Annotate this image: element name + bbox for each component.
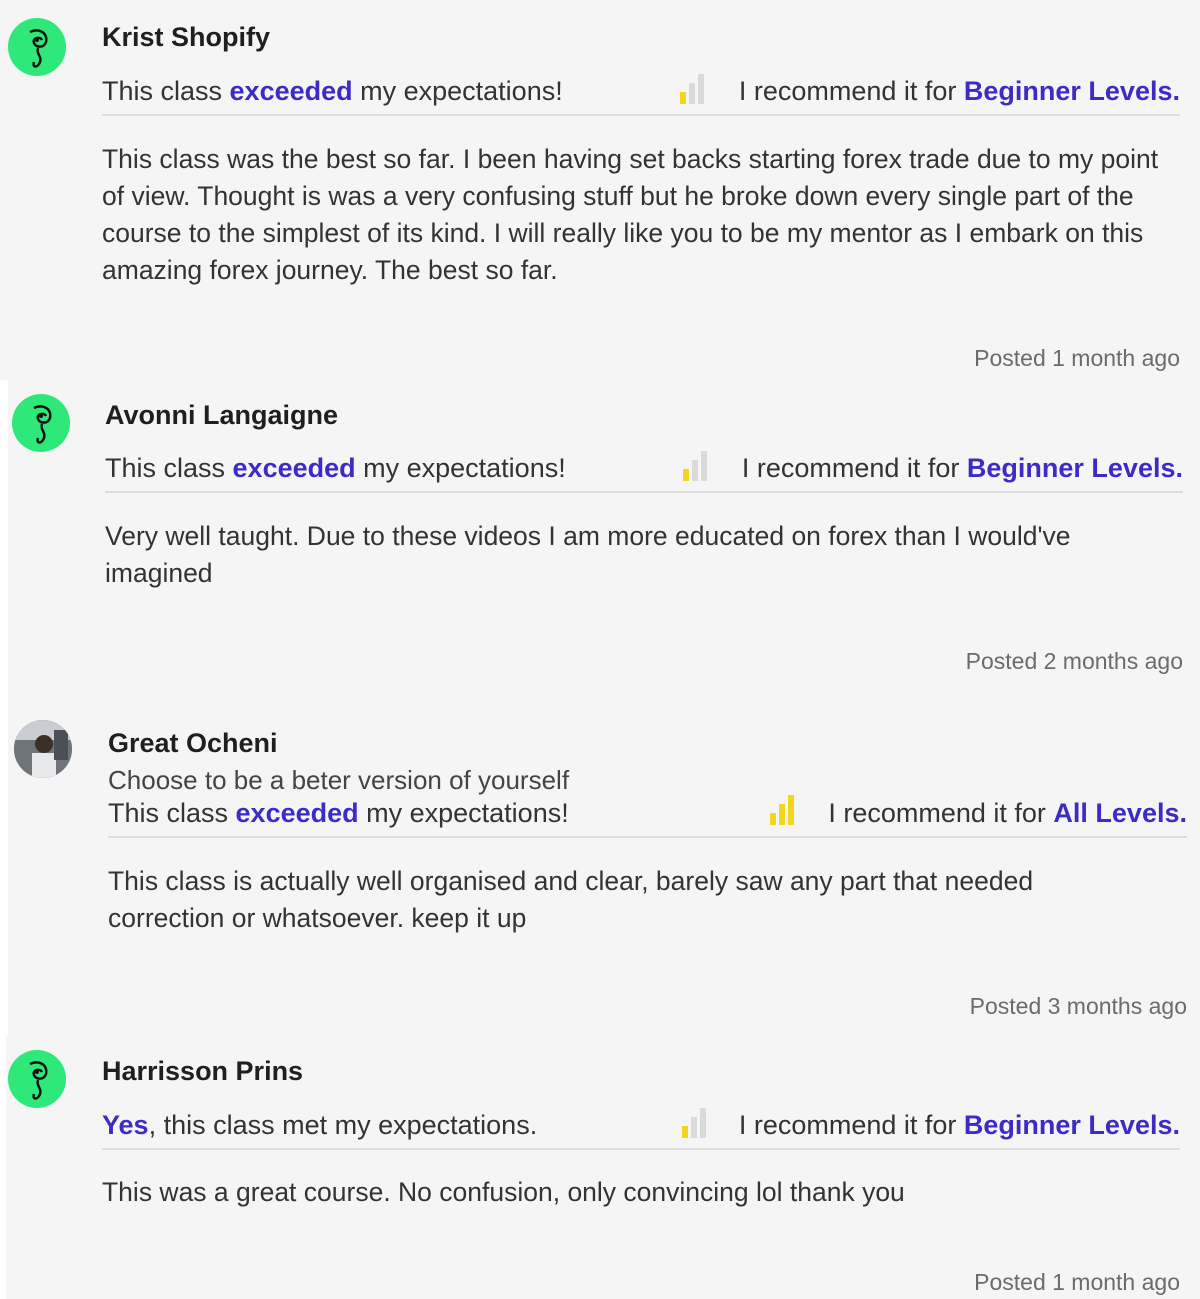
reviewer-name[interactable]: Harrisson Prins bbox=[102, 1056, 303, 1087]
recommendation-text: I recommend it for Beginner Levels. bbox=[738, 1110, 1180, 1140]
face-sketch-icon bbox=[29, 1061, 48, 1100]
review-body: This class was the best so far. I been h… bbox=[102, 144, 1159, 285]
expectation-text: This class exceeded my expectations! bbox=[108, 798, 569, 828]
avatar[interactable] bbox=[14, 720, 72, 778]
reviewer-name[interactable]: Krist Shopify bbox=[102, 22, 270, 53]
review-card: Krist Shopify This class exceeded my exp… bbox=[0, 0, 1200, 380]
review-card: Avonni Langaigne This class exceeded my … bbox=[8, 380, 1200, 702]
review-body: This class is actually well organised an… bbox=[108, 866, 1034, 933]
review-card: Harrisson Prins Yes, this class met my e… bbox=[6, 1036, 1200, 1299]
recommendation-text: I recommend it for All Levels. bbox=[828, 798, 1187, 828]
expectation-text: Yes, this class met my expectations. bbox=[102, 1110, 538, 1140]
review-card: Great Ocheni Choose to be a beter versio… bbox=[8, 702, 1200, 1036]
review-body: Very well taught. Due to these videos I … bbox=[105, 521, 1071, 588]
signal-bars-icon bbox=[682, 1106, 708, 1138]
expectation-text: This class exceeded my expectations! bbox=[102, 76, 563, 106]
review-meta-row: This class exceeded my expectations! I r… bbox=[108, 795, 1187, 838]
review-body: This was a great course. No confusion, o… bbox=[102, 1177, 905, 1207]
face-sketch-icon bbox=[33, 405, 52, 444]
recommendation-text: I recommend it for Beginner Levels. bbox=[738, 76, 1180, 106]
reviewer-name[interactable]: Great Ocheni bbox=[108, 728, 278, 759]
expectation-text: This class exceeded my expectations! bbox=[105, 453, 566, 483]
face-sketch-icon bbox=[29, 29, 48, 68]
signal-bars-icon bbox=[680, 72, 706, 104]
posted-date: Posted 1 month ago bbox=[974, 345, 1180, 371]
avatar[interactable] bbox=[8, 18, 66, 76]
posted-date: Posted 3 months ago bbox=[969, 993, 1187, 1019]
review-meta-row: This class exceeded my expectations! I r… bbox=[102, 74, 1180, 116]
posted-date: Posted 2 months ago bbox=[965, 648, 1183, 674]
reviewer-headline: Choose to be a beter version of yourself bbox=[108, 765, 570, 795]
review-meta-row: Yes, this class met my expectations. I r… bbox=[102, 1108, 1180, 1150]
profile-photo-icon bbox=[14, 720, 72, 778]
signal-bars-icon bbox=[770, 793, 796, 825]
avatar[interactable] bbox=[12, 394, 70, 452]
reviewer-name[interactable]: Avonni Langaigne bbox=[105, 400, 338, 431]
recommendation-text: I recommend it for Beginner Levels. bbox=[741, 453, 1183, 483]
avatar[interactable] bbox=[8, 1050, 66, 1108]
posted-date: Posted 1 month ago bbox=[974, 1269, 1180, 1295]
signal-bars-icon bbox=[683, 449, 709, 481]
review-meta-row: This class exceeded my expectations! I r… bbox=[105, 451, 1183, 493]
